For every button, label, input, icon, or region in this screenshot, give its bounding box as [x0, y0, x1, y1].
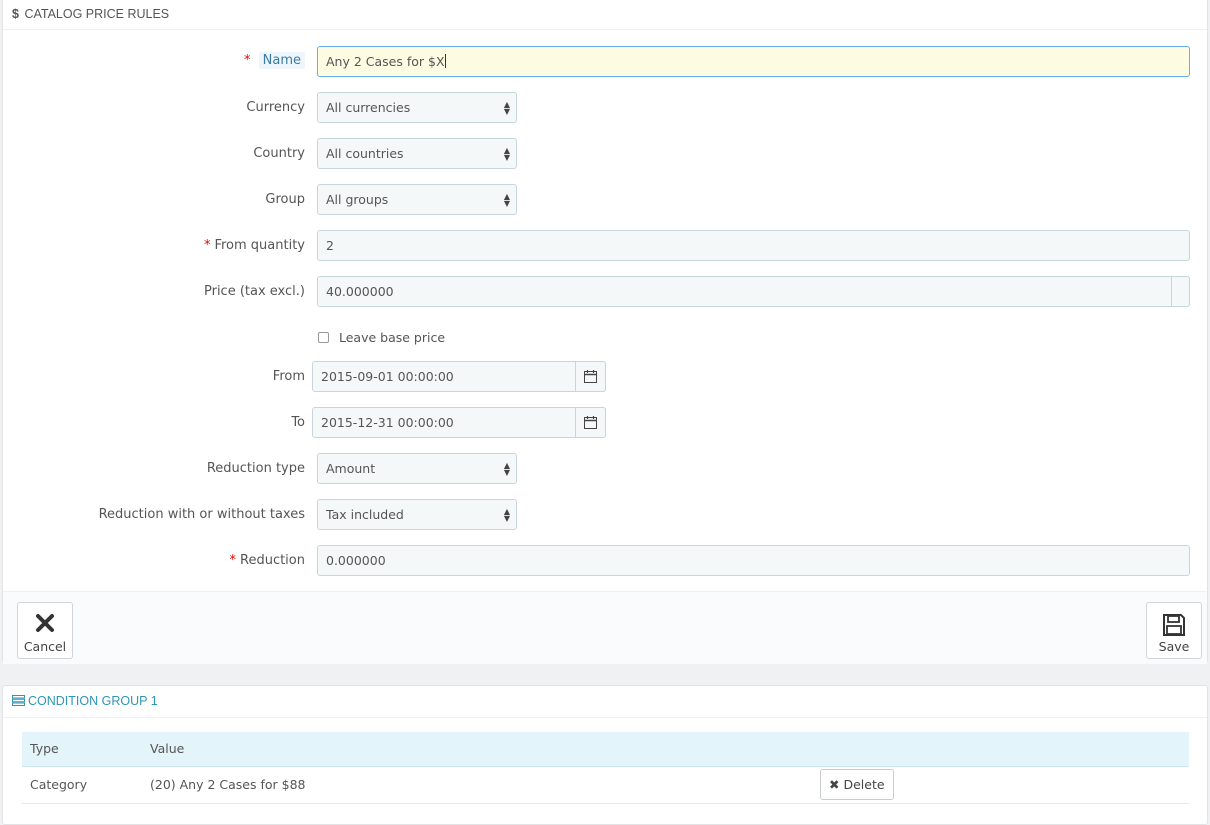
- close-icon: ✖: [829, 777, 840, 792]
- from-quantity-label: From quantity: [214, 238, 305, 253]
- reduction-label: Reduction: [240, 553, 305, 568]
- to-calendar-button[interactable]: [575, 407, 606, 438]
- cancel-button[interactable]: Cancel: [17, 602, 73, 659]
- reduction-type-select[interactable]: Amount ▲ ▼: [317, 453, 517, 484]
- save-icon: [1163, 614, 1185, 636]
- calendar-icon: [584, 416, 597, 429]
- select-arrows-icon: ▲ ▼: [503, 461, 510, 477]
- panel-title: Catalog price rules: [24, 7, 170, 21]
- reduction-value: 0.000000: [326, 553, 386, 568]
- dollar-icon: $: [12, 7, 19, 21]
- name-label-row: * Name: [244, 52, 305, 69]
- required-marker: *: [229, 553, 237, 568]
- select-arrows-icon: ▲ ▼: [503, 100, 510, 116]
- panel-heading: Condition group 1: [3, 686, 1207, 718]
- panel-heading: $ Catalog price rules: [3, 1, 1207, 30]
- catalog-price-rules-panel: $ Catalog price rules * Name Any 2 Cases…: [2, 0, 1208, 664]
- select-arrows-icon: ▲ ▼: [503, 507, 510, 523]
- to-date-input[interactable]: 2015-12-31 00:00:00: [312, 407, 606, 438]
- from-calendar-button[interactable]: [575, 361, 606, 392]
- to-date-value: 2015-12-31 00:00:00: [321, 415, 454, 430]
- condition-group-title: Condition group 1: [28, 694, 158, 708]
- group-select[interactable]: All groups ▲ ▼: [317, 184, 517, 215]
- delete-label: Delete: [843, 777, 885, 792]
- country-label: Country: [253, 146, 305, 161]
- required-marker: *: [203, 238, 211, 253]
- calendar-icon: [584, 370, 597, 383]
- country-select[interactable]: All countries ▲ ▼: [317, 138, 517, 169]
- select-arrows-icon: ▲ ▼: [503, 146, 510, 162]
- reduction-input[interactable]: 0.000000: [317, 545, 1190, 576]
- leave-base-price-checkbox[interactable]: [318, 332, 329, 343]
- reduction-label-row: * Reduction: [230, 553, 306, 568]
- column-header-actions: [812, 732, 1189, 767]
- reduction-type-label: Reduction type: [206, 461, 305, 476]
- from-label: From: [272, 369, 305, 384]
- cancel-label: Cancel: [23, 639, 67, 654]
- save-label: Save: [1158, 639, 1190, 654]
- required-marker: *: [244, 53, 251, 68]
- name-value: Any 2 Cases for $X: [326, 54, 445, 69]
- condition-type: Category: [22, 766, 142, 804]
- table-header-row: Type Value: [22, 732, 1189, 767]
- from-quantity-input[interactable]: 2: [317, 230, 1190, 261]
- price-label: Price (tax excl.): [203, 284, 305, 299]
- price-input[interactable]: 40.000000: [317, 276, 1190, 307]
- table-row: Category (20) Any 2 Cases for $88 ✖ Dele…: [22, 766, 1189, 804]
- text-caret: [444, 54, 446, 68]
- from-date-value: 2015-09-01 00:00:00: [321, 369, 454, 384]
- reduction-type-value: Amount: [326, 461, 376, 476]
- condition-value: (20) Any 2 Cases for $88: [142, 766, 812, 804]
- name-input[interactable]: Any 2 Cases for $X: [317, 46, 1190, 77]
- delete-button[interactable]: ✖ Delete: [820, 769, 894, 800]
- reduction-tax-select[interactable]: Tax included ▲ ▼: [317, 499, 517, 530]
- leave-base-price-label: Leave base price: [339, 330, 446, 345]
- select-arrows-icon: ▲ ▼: [503, 192, 510, 208]
- column-header: Type: [22, 732, 142, 767]
- group-value: All groups: [326, 192, 389, 207]
- to-label: To: [291, 415, 305, 430]
- column-header: Value: [142, 732, 812, 767]
- conditions-table: Type Value Category (20) Any 2 Cases for…: [22, 732, 1189, 804]
- reduction-tax-value: Tax included: [326, 507, 404, 522]
- list-icon: [12, 695, 25, 706]
- price-value: 40.000000: [326, 284, 394, 299]
- leave-base-price-row[interactable]: Leave base price: [318, 330, 445, 345]
- reduction-tax-label: Reduction with or without taxes: [98, 507, 305, 522]
- currency-value: All currencies: [326, 100, 411, 115]
- country-value: All countries: [326, 146, 404, 161]
- currency-label: Currency: [246, 100, 305, 115]
- panel-footer: Cancel Save: [3, 591, 1207, 664]
- from-quantity-label-row: * From quantity: [204, 238, 305, 253]
- condition-actions: ✖ Delete: [812, 766, 1189, 804]
- currency-select[interactable]: All currencies ▲ ▼: [317, 92, 517, 123]
- condition-group-panel: Condition group 1 Type Value Category (2…: [2, 685, 1208, 825]
- price-addon: [1171, 276, 1190, 307]
- close-icon: [36, 614, 54, 632]
- from-quantity-value: 2: [326, 238, 334, 253]
- name-label: Name: [258, 52, 305, 69]
- from-date-input[interactable]: 2015-09-01 00:00:00: [312, 361, 606, 392]
- group-label: Group: [265, 192, 305, 207]
- save-button[interactable]: Save: [1146, 602, 1202, 659]
